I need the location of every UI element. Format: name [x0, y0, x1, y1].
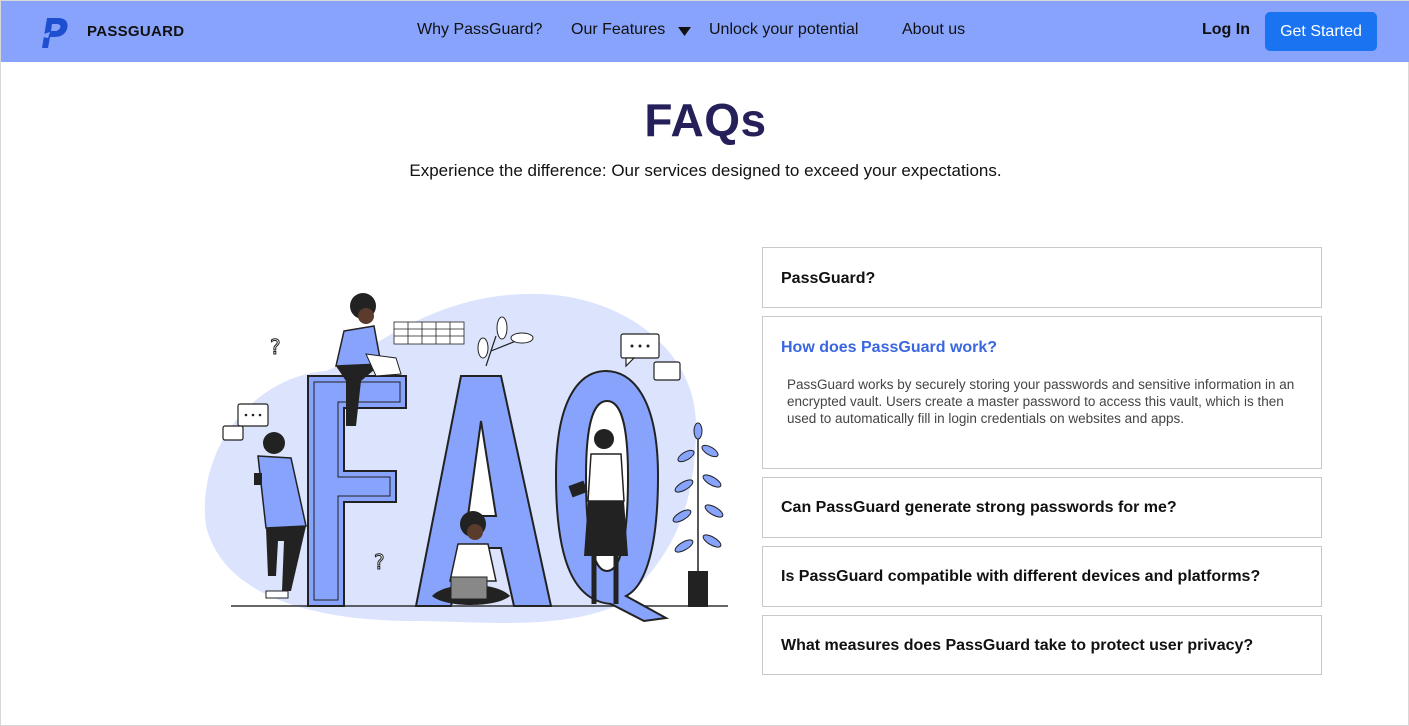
faq-question[interactable]: PassGuard?: [781, 270, 875, 288]
login-link[interactable]: Log In: [1202, 21, 1250, 39]
svg-text:?: ?: [374, 550, 385, 574]
svg-text:?: ?: [270, 335, 281, 359]
faq-question-active[interactable]: How does PassGuard work?: [781, 339, 997, 357]
get-started-button[interactable]: Get Started: [1265, 12, 1377, 51]
faq-item[interactable]: PassGuard?: [762, 247, 1322, 308]
faq-question[interactable]: Is PassGuard compatible with different d…: [781, 568, 1260, 586]
faq-question[interactable]: Can PassGuard generate strong passwords …: [781, 499, 1177, 517]
page: PASSGUARD Why PassGuard? Our Features Un…: [0, 0, 1409, 726]
nav-unlock-potential[interactable]: Unlock your potential: [709, 21, 858, 39]
faq-item[interactable]: Can PassGuard generate strong passwords …: [762, 477, 1322, 538]
faq-illustration: ? ?: [204, 293, 728, 623]
page-subtitle: Experience the difference: Our services …: [409, 161, 1002, 180]
nav-about-us[interactable]: About us: [902, 21, 965, 39]
caret-down-icon[interactable]: [678, 27, 691, 36]
brand-name[interactable]: PASSGUARD: [87, 23, 184, 40]
nav-our-features[interactable]: Our Features: [571, 21, 665, 39]
page-title: FAQs: [644, 94, 767, 146]
passguard-logo-icon[interactable]: [36, 14, 70, 50]
faq-item-expanded[interactable]: How does PassGuard work? PassGuard works…: [762, 316, 1322, 469]
nav-why-passguard[interactable]: Why PassGuard?: [417, 21, 542, 39]
navbar: PASSGUARD Why PassGuard? Our Features Un…: [1, 1, 1409, 62]
faq-answer: PassGuard works by securely storing your…: [787, 377, 1295, 426]
faq-question[interactable]: What measures does PassGuard take to pro…: [781, 637, 1253, 655]
faq-item[interactable]: Is PassGuard compatible with different d…: [762, 546, 1322, 607]
faq-item[interactable]: What measures does PassGuard take to pro…: [762, 615, 1322, 675]
